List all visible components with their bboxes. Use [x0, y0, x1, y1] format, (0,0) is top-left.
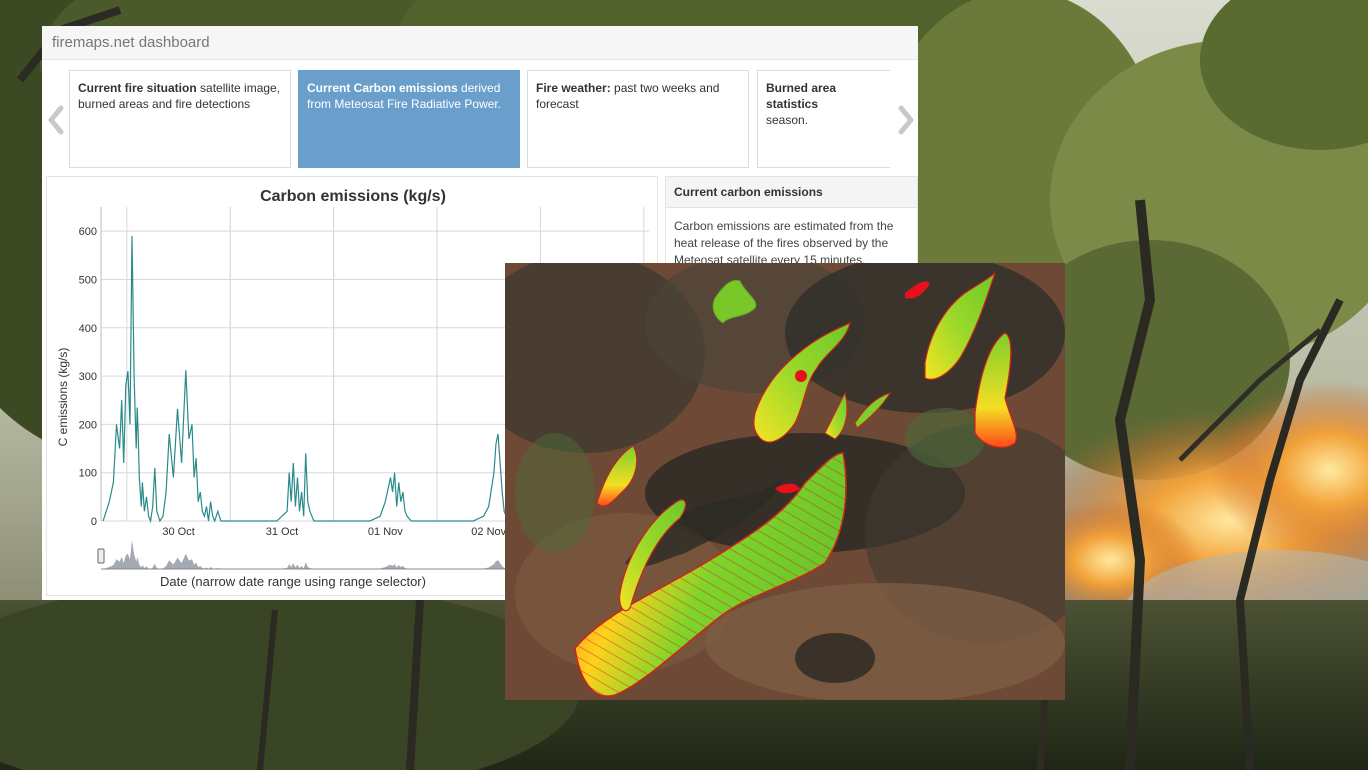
carousel-next-button[interactable]	[894, 100, 918, 140]
x-tick-label: 31 Oct	[266, 526, 298, 538]
y-tick-label: 600	[79, 226, 97, 238]
y-tick-label: 0	[91, 516, 97, 528]
y-tick-label: 200	[79, 419, 97, 431]
carousel-prev-button[interactable]	[44, 100, 68, 140]
card-title: Fire weather:	[536, 81, 611, 95]
chevron-right-icon	[898, 105, 914, 135]
y-axis-label: C emissions (kg/s)	[56, 348, 70, 447]
card-title: Current fire situation	[78, 81, 197, 95]
navigator-handle[interactable]	[97, 548, 105, 564]
x-tick-label: 30 Oct	[162, 526, 194, 538]
card-title: Burned area statistics	[766, 81, 837, 111]
card-text: season.	[766, 113, 809, 127]
y-tick-label: 500	[79, 274, 97, 286]
x-axis-label: Date (narrow date range using range sele…	[160, 574, 426, 589]
y-tick-label: 100	[79, 468, 97, 480]
card-fire-situation[interactable]: Current fire situation satellite image, …	[69, 70, 291, 168]
dashboard-title: firemaps.net dashboard	[42, 26, 918, 60]
x-tick-label: 02 Nov	[471, 526, 506, 538]
card-burned-area[interactable]: Burned area statistics season.	[757, 70, 890, 168]
info-title: Current carbon emissions	[666, 177, 917, 208]
burned-area-map-image	[505, 263, 1065, 700]
x-tick-label: 01 Nov	[368, 526, 403, 538]
y-tick-label: 300	[79, 371, 97, 383]
card-title: Current Carbon emissions	[307, 81, 458, 95]
chart-title: Carbon emissions (kg/s)	[260, 188, 446, 205]
dashboard-carousel: Current fire situation satellite image, …	[69, 70, 890, 170]
card-fire-weather[interactable]: Fire weather: past two weeks and forecas…	[527, 70, 749, 168]
chevron-left-icon	[48, 105, 64, 135]
card-carbon-emissions[interactable]: Current Carbon emissions derived from Me…	[298, 70, 520, 168]
y-axis-ticks: 0 100 200 300 400 500 600	[79, 226, 97, 528]
y-tick-label: 400	[79, 323, 97, 335]
